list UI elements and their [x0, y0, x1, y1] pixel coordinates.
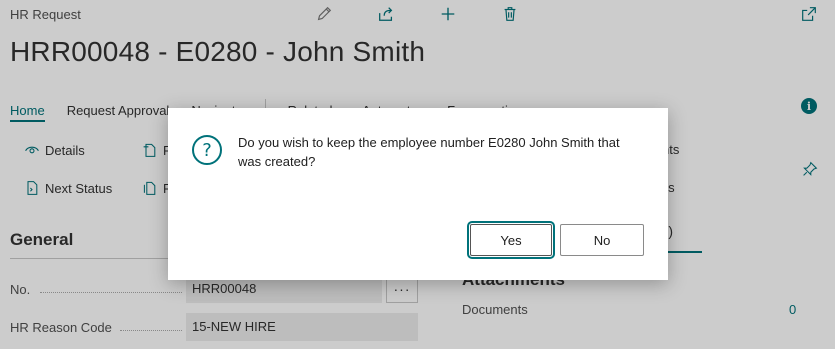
- yes-button[interactable]: Yes: [467, 221, 555, 259]
- confirm-dialog: ? Do you wish to keep the employee numbe…: [168, 108, 668, 280]
- no-button[interactable]: No: [560, 224, 644, 256]
- dialog-message: Do you wish to keep the employee number …: [238, 135, 620, 169]
- question-icon: ?: [192, 135, 222, 165]
